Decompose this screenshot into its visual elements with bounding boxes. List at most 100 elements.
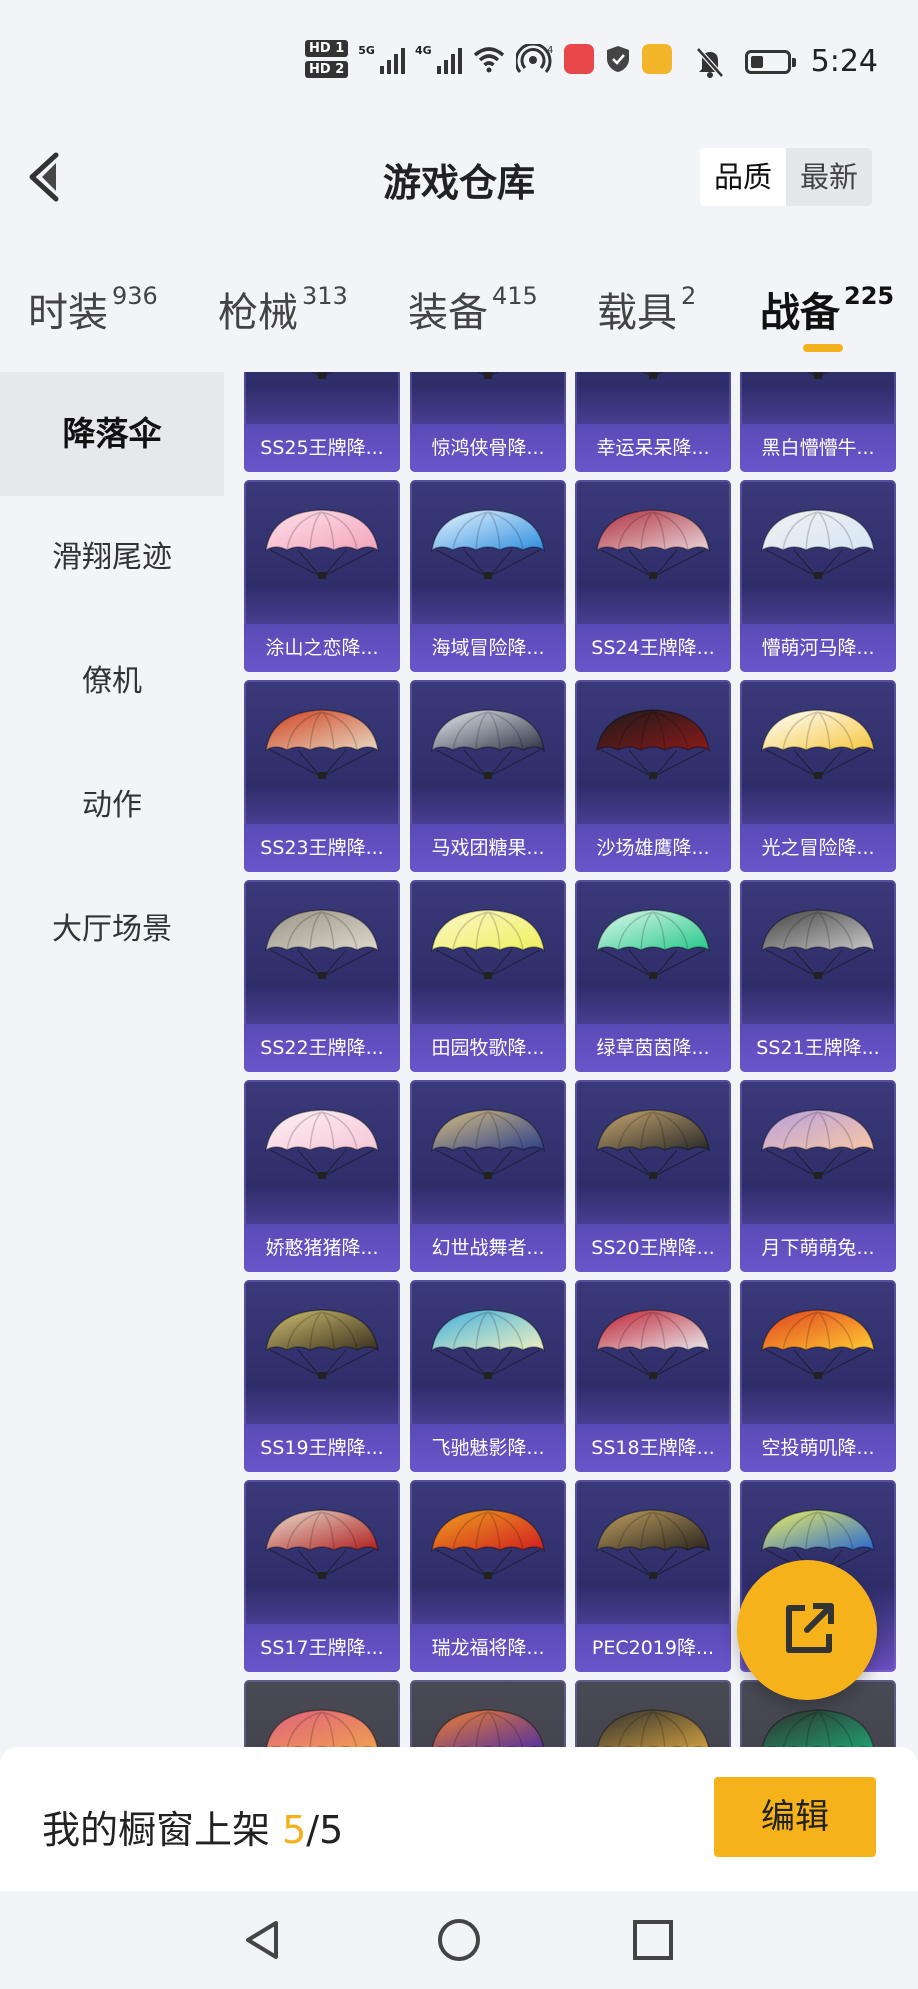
item-card[interactable]: 惊鸿侠骨降... [410,372,566,472]
item-card[interactable]: 空投萌叽降... [740,1280,896,1472]
tab-equipment[interactable]: 装备 415 [408,280,538,338]
tab-battle-prep[interactable]: 战备 225 [760,280,894,338]
shield-icon [606,46,629,72]
item-name: 涂山之恋降... [244,624,400,672]
item-card[interactable]: 海域冒险降... [410,480,566,672]
tab-vehicles[interactable]: 载具 2 [597,280,696,338]
showcase-total: /5 [306,1808,344,1852]
sort-quality-button[interactable]: 品质 [700,148,786,206]
parachute-icon [431,909,545,979]
tab-count: 313 [302,282,348,310]
item-card[interactable]: 沙场雄鹰降... [575,680,731,872]
parachute-icon [431,1309,545,1379]
item-name: 懵萌河马降... [740,624,896,672]
item-name: SS21王牌降... [740,1024,896,1072]
item-card[interactable]: SS18王牌降... [575,1280,731,1472]
item-name: 田园牧歌降... [410,1024,566,1072]
tab-count: 936 [112,282,158,310]
share-button[interactable] [737,1560,877,1700]
showcase-label: 我的橱窗上架 5/5 [42,1799,343,1854]
item-grid[interactable]: SS25王牌降... 惊鸿侠骨降... 幸运呆呆降... 黑白懵懵牛... 涂山之恋降.… [224,372,918,1747]
parachute-icon [596,909,710,979]
parachute-icon [431,509,545,579]
svg-text:4: 4 [547,45,553,56]
item-card[interactable]: SS23王牌降... [244,680,400,872]
parachute-icon [265,709,379,779]
tab-count: 2 [681,282,697,310]
item-card[interactable]: 月下萌萌兔... [740,1080,896,1272]
parachute-icon [265,509,379,579]
parachute-icon [596,1709,710,1747]
item-card[interactable]: 幸运呆呆降... [575,372,731,472]
showcase-count: 5 [282,1808,307,1852]
item-name: 飞驰魅影降... [410,1424,566,1472]
parachute-icon [596,1309,710,1379]
item-card[interactable]: 田园牧歌降... [410,880,566,1072]
item-card[interactable]: SS22王牌降... [244,880,400,1072]
item-name: 黑白懵懵牛... [740,424,896,472]
item-name: SS18王牌降... [575,1424,731,1472]
tab-fashion[interactable]: 时装 936 [28,280,158,338]
item-card[interactable]: SS24王牌降... [575,480,731,672]
tab-guns[interactable]: 枪械 313 [218,280,348,338]
side-item-lobby-scene[interactable]: 大厅场景 [0,868,224,992]
nav-back-icon[interactable] [240,1917,286,1963]
parachute-icon [761,909,875,979]
nav-recents-icon[interactable] [630,1917,676,1963]
parachute-icon [265,1309,379,1379]
item-card[interactable]: PEC2019降... [575,1480,731,1672]
wifi-icon [473,47,504,73]
item-card[interactable]: 涂山之恋降... [244,480,400,672]
side-item-wingman[interactable]: 僚机 [0,620,224,744]
item-card[interactable]: 飞驰魅影降... [410,1280,566,1472]
sort-newest-button[interactable]: 最新 [786,148,872,206]
game-app-icon [641,44,672,74]
huawei-app-icon [563,44,594,74]
clock: 5:24 [810,44,878,79]
net2-label: 4G [414,44,432,57]
item-card[interactable]: SS25王牌降... [244,372,400,472]
item-card[interactable]: SS17王牌降... [244,1480,400,1672]
item-card[interactable]: 瑞龙福将降... [410,1480,566,1672]
tab-label: 战备 [760,290,840,336]
item-card[interactable]: 黑白懵懵牛... [740,372,896,472]
parachute-icon [807,372,829,379]
parachute-icon [761,1109,875,1179]
item-card[interactable]: 娇憨猪猪降... [244,1080,400,1272]
item-name: 幸运呆呆降... [575,424,731,472]
item-card[interactable]: 懵萌河马降... [740,480,896,672]
item-card[interactable] [410,1680,566,1747]
share-icon [786,1603,834,1653]
nav-home-icon[interactable] [436,1917,482,1963]
sort-toggle[interactable]: 品质 最新 [700,148,872,206]
hd2-label: HD 2 [305,61,349,78]
system-nav-bar [0,1891,918,1989]
item-card[interactable]: SS21王牌降... [740,880,896,1072]
side-item-parachute[interactable]: 降落伞 [0,372,224,496]
status-icons-right: 5:24 [695,44,878,79]
item-name: SS17王牌降... [244,1624,400,1672]
signal-4g-icon: 4G [415,44,462,74]
parachute-icon [431,1509,545,1579]
item-card[interactable]: SS20王牌降... [575,1080,731,1272]
signal-5g-icon: 5G [358,44,405,74]
item-card[interactable]: 光之冒险降... [740,680,896,872]
item-card[interactable]: 绿草茵茵降... [575,880,731,1072]
parachute-icon [596,509,710,579]
tab-label: 载具 [597,290,677,336]
item-name: 惊鸿侠骨降... [410,424,566,472]
side-item-emote[interactable]: 动作 [0,744,224,868]
item-card[interactable]: 马戏团糖果... [410,680,566,872]
tab-label: 装备 [408,290,488,336]
item-card[interactable]: 幻世战舞者... [410,1080,566,1272]
edit-button[interactable]: 编辑 [714,1777,876,1857]
item-card[interactable] [244,1680,400,1747]
item-card[interactable]: SS19王牌降... [244,1280,400,1472]
parachute-icon [642,372,664,379]
category-tabs: 时装 936 枪械 313 装备 415 载具 2 战备 225 [0,262,918,372]
item-name: 沙场雄鹰降... [575,824,731,872]
parachute-icon [311,372,333,379]
parachute-icon [761,1709,875,1747]
side-item-glide-trail[interactable]: 滑翔尾迹 [0,496,224,620]
item-card[interactable] [575,1680,731,1747]
